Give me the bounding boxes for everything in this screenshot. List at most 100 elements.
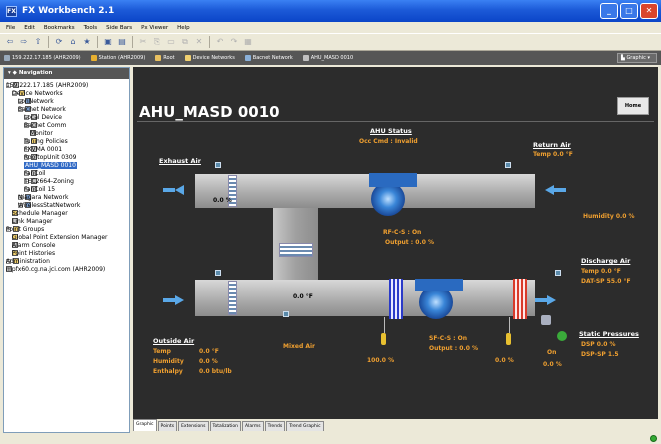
discharge-sp-value[interactable]: DAT-SP 55.0 °F [581,278,631,285]
tree-item-point-histories[interactable]: Point Histories [12,249,55,257]
menu-tools[interactable]: Tools [84,25,98,31]
tree-item-bacnet-comm[interactable]: + Bacnet Comm [24,121,66,129]
crumb-root[interactable]: Root [155,55,175,61]
oa-humidity-value[interactable]: 0.0 % [199,358,218,365]
up-icon[interactable]: ⇧ [32,36,44,48]
copy-icon[interactable]: ⎘ [151,36,163,48]
tree-label: Bacnet Network [18,105,66,113]
valve-stem [509,317,510,333]
return-temp-value[interactable]: Temp 0.0 °F [533,151,573,158]
tab-graphic[interactable]: Graphic [133,419,157,431]
tree-label: Device Networks [12,89,63,97]
oa-temp-value[interactable]: 0.0 °F [199,348,219,355]
cut-icon[interactable]: ✂ [137,36,149,48]
return-humidity-value[interactable]: Humidity 0.0 % [583,213,635,220]
tab-trend-graphic[interactable]: Trend Graphic [286,421,324,431]
tree-item-ahu-masd[interactable]: +AHU_MASD 0010 [24,161,77,169]
menu-help[interactable]: Help [177,25,190,31]
tree-label: Tuning Policies [24,137,68,145]
tab-extensions[interactable]: Extensions [178,421,209,431]
tree-label: Bacnet Comm [24,121,67,129]
tree-item-niagara-network[interactable]: + Niagara Network [18,193,68,201]
refresh-icon[interactable]: ⟳ [53,36,65,48]
undo-icon[interactable]: ↶ [214,36,226,48]
menu-file[interactable]: File [6,25,15,31]
tree-item-tuning-policies[interactable]: + Tuning Policies [24,137,68,145]
tree-label: LonNetwork [18,97,54,105]
dsp-value[interactable]: DSP 0.0 % [581,341,616,348]
tree-item-fancoil[interactable]: + FanCoil [24,169,46,177]
tree-label: Local Device [24,113,62,121]
close-button[interactable]: ✕ [640,3,658,19]
crumb-station[interactable]: Station (AHR2009) [90,55,145,61]
clg-valve-value[interactable]: 0.0 % [495,357,514,364]
tree-label: AHU_MASD 0010 [24,161,77,169]
home-icon[interactable]: ⌂ [67,36,79,48]
tab-trends[interactable]: Trends [264,421,286,431]
tree-item-tec2664[interactable]: + TEC2664-Zoning [24,177,74,185]
tree-item-wireless[interactable]: + WirelessStatNetwork [18,201,80,209]
tree-item-bacnet-network[interactable]: - Bacnet Network [18,105,66,113]
tree-item-lonnetwork[interactable]: + LonNetwork [18,97,54,105]
humidifier-cmd-value[interactable]: On [547,349,556,356]
duplicate-icon[interactable]: ⧉ [179,36,191,48]
sf-output-value[interactable]: Output : 0.0 % [429,345,478,352]
tree-item-fancoil-15[interactable]: + FanCoil 15 [24,185,55,193]
tree-item-mpfx60[interactable]: mpfx60.cg.na.jci.com (AHR2009) [6,265,105,273]
tree-item-global-point-ext[interactable]: Global Point Extension Manager [12,233,108,241]
save-icon[interactable]: ▣ [102,36,114,48]
paste-icon[interactable]: ▭ [165,36,177,48]
menu-px-viewer[interactable]: Px Viewer [141,25,168,31]
view-selector[interactable]: ▙ Graphic ▾ [617,53,657,63]
occ-cmd-value[interactable]: Occ Cmd : Invalid [359,138,418,145]
tree-item-schedule-manager[interactable]: Schedule Manager [12,209,68,217]
menu-edit[interactable]: Edit [24,25,35,31]
rf-output-value[interactable]: Output : 0.0 % [385,239,434,246]
tab-totalization[interactable]: Totalization [209,421,241,431]
tree-item-administration[interactable]: + Administration [6,257,50,265]
home-button[interactable]: Home [617,97,649,115]
app-window: FX FX Workbench 2.1 _ □ ✕ File Edit Book… [0,0,661,444]
tree-item-monitor[interactable]: Monitor [30,129,53,137]
grid-icon[interactable]: ▦ [242,36,254,48]
oa-enthalpy-value[interactable]: 0.0 btu/lb [199,368,232,375]
exhaust-air-title: Exhaust Air [159,157,201,165]
crumb-bacnet-network[interactable]: Bacnet Network [244,55,293,61]
bookmark-icon[interactable]: ★ [81,36,93,48]
menu-bookmarks[interactable]: Bookmarks [44,25,75,31]
maximize-button[interactable]: □ [620,3,638,19]
humidifier-pct-value[interactable]: 0.0 % [543,361,562,368]
sf-cs-value[interactable]: SF-C-S : On [429,335,467,342]
minimize-button[interactable]: _ [600,3,618,19]
root-icon [155,55,162,61]
menu-side-bars[interactable]: Side Bars [106,25,132,31]
tree-item-rooftopunit[interactable]: + RooftopUnit 0309 [24,153,76,161]
crumb-ahu[interactable]: AHU_MASD 0010 [302,55,353,61]
dsp-sp-value[interactable]: DSP-SP 1.5 [581,351,619,358]
new-page-icon[interactable]: ▤ [116,36,128,48]
crumb-device-networks[interactable]: Device Networks [184,55,235,61]
tab-points[interactable]: Points [157,421,178,431]
tab-alarms[interactable]: Alarms [242,421,264,431]
back-icon[interactable]: ⇦ [4,36,16,48]
mixed-temp-value[interactable]: 0.0 °F [293,293,313,300]
crumb-host[interactable]: 159.222.17.185 (AHR2009) [4,55,81,61]
redo-icon[interactable]: ↷ [228,36,240,48]
tree-item-link-manager[interactable]: Link Manager [12,217,53,225]
tree-item-local-device[interactable]: + Local Device [24,113,62,121]
navigation-panel: ▾ ◆ Navigation -159.222.17.185 (AHR2009)… [3,67,130,433]
delete-icon[interactable]: ✕ [193,36,205,48]
oa-humidity-label: Humidity [153,358,184,365]
rf-cs-value[interactable]: RF-C-S : On [383,229,421,236]
tree-item-point-groups[interactable]: + Point Groups [6,225,44,233]
discharge-temp-value[interactable]: Temp 0.0 °F [581,268,621,275]
return-duct [195,174,535,208]
tree-item-host[interactable]: -159.222.17.185 (AHR2009) [6,81,88,89]
tree-item-fxvma[interactable]: + FXVMA 0001 [24,145,62,153]
forward-icon[interactable]: ⇨ [18,36,30,48]
window-title: FX Workbench 2.1 [22,6,115,16]
tree-item-device-networks[interactable]: - Device Networks [12,89,63,97]
tree-item-alarm-console[interactable]: Alarm Console [12,241,55,249]
exhaust-damper-value[interactable]: 0.0 % [213,197,232,204]
htg-valve-value[interactable]: 100.0 % [367,357,394,364]
